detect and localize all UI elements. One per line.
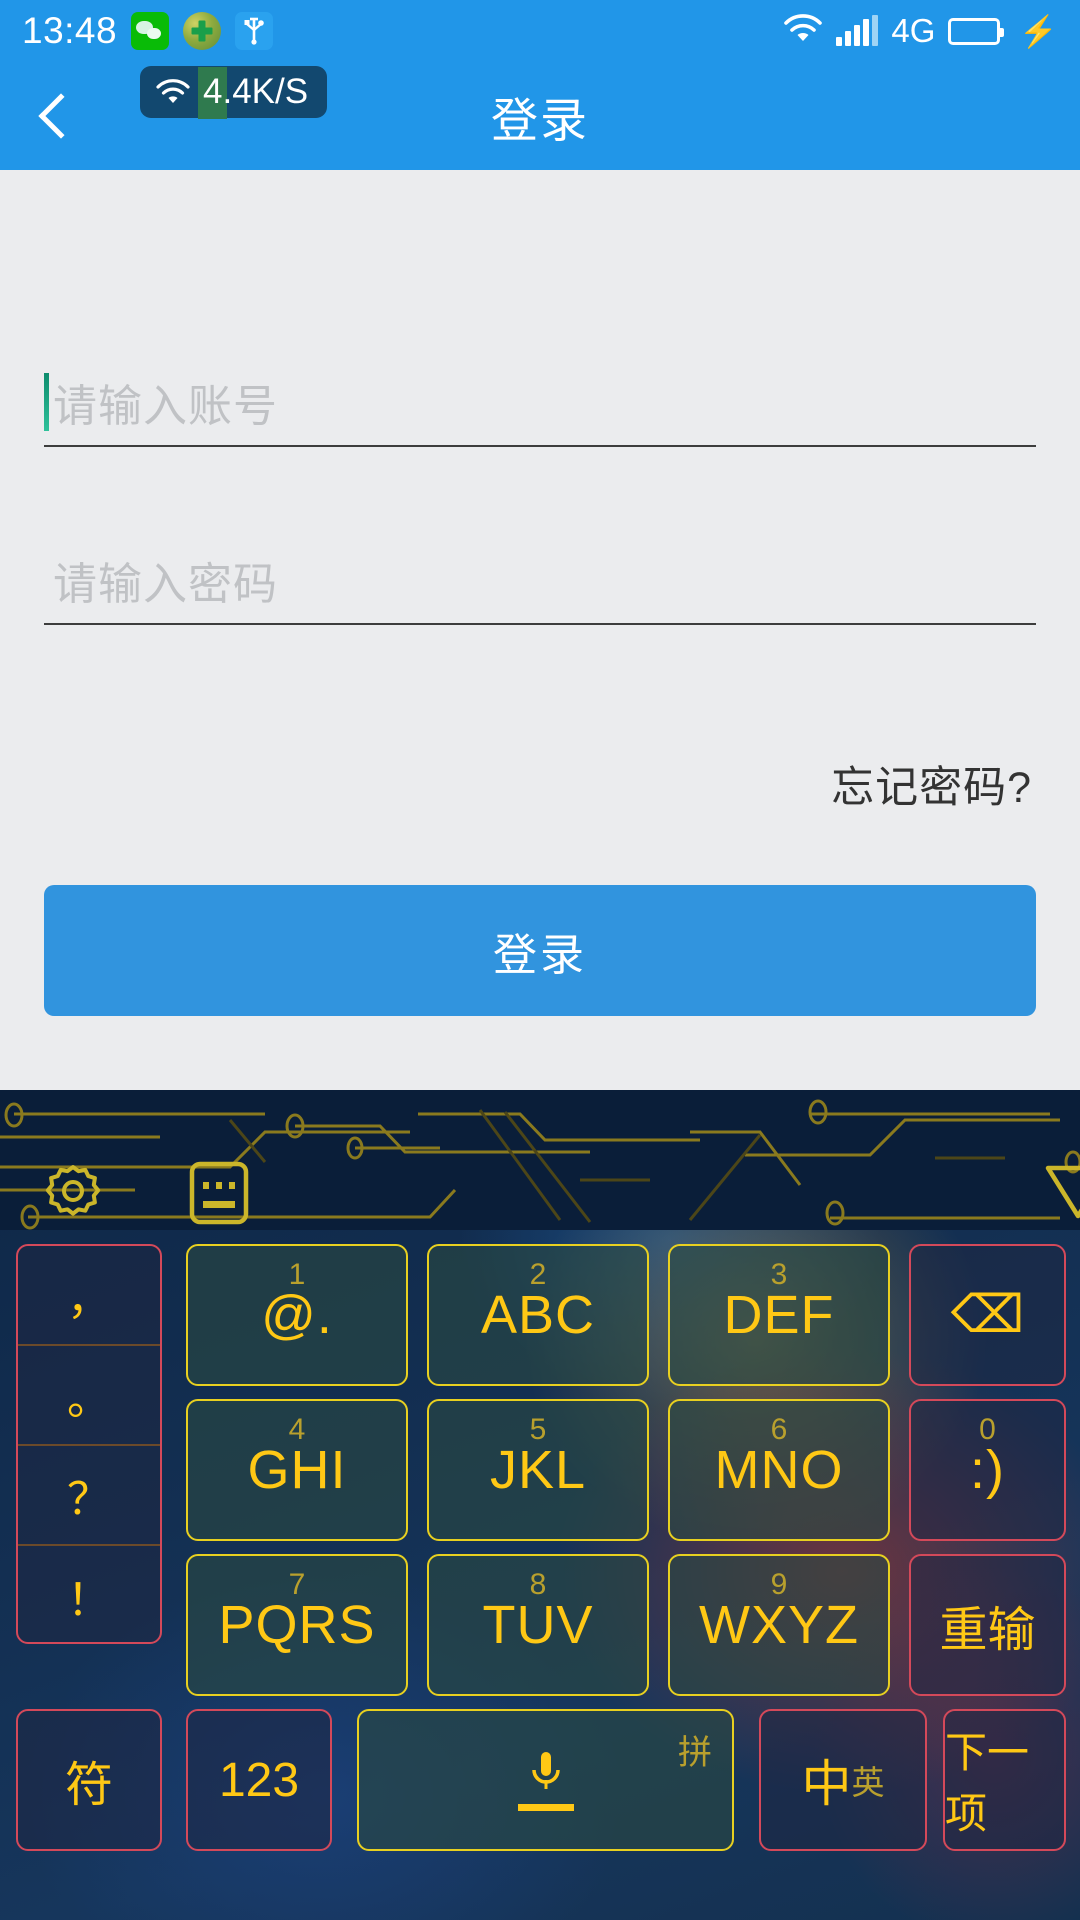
key-language-toggle[interactable]: 中 英	[759, 1709, 927, 1851]
key-3-number: 3	[770, 1258, 788, 1291]
key-4-number: 4	[288, 1413, 306, 1446]
battery-icon	[948, 17, 1005, 45]
key-numbers[interactable]: 123	[186, 1709, 332, 1851]
key-next-field-label: 下一项	[945, 1729, 1030, 1837]
key-9-number: 9	[770, 1568, 788, 1601]
key-5-label: JKL	[489, 1440, 587, 1500]
space-underline	[517, 1803, 574, 1811]
key-question[interactable]: ？	[18, 1446, 160, 1546]
password-field[interactable]: 请输入密码	[44, 528, 1036, 625]
key-7[interactable]: 7 PQRS	[186, 1554, 408, 1696]
key-0-emoji[interactable]: 0 :)	[909, 1399, 1066, 1541]
key-5-number: 5	[529, 1413, 547, 1446]
key-numbers-label: 123	[218, 1753, 300, 1807]
key-4-label: GHI	[247, 1440, 347, 1500]
key-7-label: PQRS	[218, 1595, 376, 1655]
key-1[interactable]: 1 @.	[186, 1244, 408, 1386]
key-symbols[interactable]: 符	[16, 1709, 162, 1851]
key-comma[interactable]: ，	[18, 1246, 160, 1346]
key-1-label: @.	[261, 1285, 333, 1345]
status-bar: 13:48 4G ⚡	[0, 0, 1080, 62]
usb-icon	[235, 12, 274, 50]
status-bar-left: 13:48	[22, 10, 274, 52]
key-9-label: WXYZ	[699, 1595, 859, 1655]
key-next-field[interactable]: 下一项	[943, 1709, 1066, 1851]
signal-bars-icon	[836, 15, 879, 46]
status-time: 13:48	[22, 10, 118, 51]
key-1-number: 1	[288, 1258, 306, 1291]
key-language-primary: 中	[801, 1756, 852, 1812]
key-symbols-label: 符	[64, 1759, 113, 1812]
key-2[interactable]: 2 ABC	[427, 1244, 649, 1386]
key-3-label: DEF	[723, 1285, 835, 1345]
key-8-label: TUV	[482, 1595, 594, 1655]
key-exclamation[interactable]: ！	[18, 1546, 160, 1646]
status-bar-right: 4G ⚡	[783, 12, 1058, 50]
key-2-number: 2	[529, 1258, 547, 1291]
backspace-icon: ⌫	[950, 1286, 1025, 1344]
wechat-icon	[131, 12, 170, 50]
account-field[interactable]: 请输入账号	[44, 350, 1036, 447]
text-caret	[44, 373, 49, 431]
network-speed-badge: 4.4K/S	[140, 66, 328, 119]
key-9[interactable]: 9 WXYZ	[668, 1554, 890, 1696]
key-8[interactable]: 8 TUV	[427, 1554, 649, 1696]
keyboard-keys: ， 。 ？ ！ 1 @. 2 ABC 3 DEF ⌫ 4 GHI 5 JKL 6…	[0, 1230, 1080, 1920]
microphone-icon	[517, 1750, 574, 1811]
key-6-label: MNO	[714, 1440, 844, 1500]
login-button[interactable]: 登录	[44, 885, 1036, 1016]
account-placeholder: 请输入账号	[53, 382, 278, 431]
key-period[interactable]: 。	[18, 1346, 160, 1446]
key-retype[interactable]: 重输	[909, 1554, 1066, 1696]
virtual-keyboard: ， 。 ？ ！ 1 @. 2 ABC 3 DEF ⌫ 4 GHI 5 JKL 6…	[0, 1090, 1080, 1920]
password-placeholder: 请输入密码	[53, 560, 278, 609]
key-6[interactable]: 6 MNO	[668, 1399, 890, 1541]
key-0-number: 0	[979, 1413, 996, 1446]
key-backspace[interactable]: ⌫	[909, 1244, 1066, 1386]
charging-bolt-icon: ⚡	[1019, 13, 1058, 49]
key-3[interactable]: 3 DEF	[668, 1244, 890, 1386]
key-5[interactable]: 5 JKL	[427, 1399, 649, 1541]
key-8-number: 8	[529, 1568, 547, 1601]
key-language-secondary: 英	[851, 1764, 885, 1801]
wifi-icon	[156, 79, 190, 105]
key-2-label: ABC	[480, 1285, 596, 1345]
key-0-label: :)	[970, 1440, 1005, 1500]
key-6-number: 6	[770, 1413, 788, 1446]
key-space[interactable]: 拼	[357, 1709, 734, 1851]
punctuation-key-column[interactable]: ， 。 ？ ！	[16, 1244, 162, 1644]
wifi-icon	[783, 13, 823, 49]
forgot-password-link[interactable]: 忘记密码?	[831, 753, 1032, 815]
key-space-pinyin-label: 拼	[678, 1734, 712, 1772]
login-form: 请输入账号 请输入密码 忘记密码? 登录	[0, 170, 1080, 1090]
security-plus-icon	[183, 12, 222, 50]
key-retype-label: 重输	[939, 1604, 1036, 1657]
key-7-number: 7	[288, 1568, 306, 1601]
network-type-label: 4G	[891, 12, 936, 49]
keyboard-toolbar	[0, 1090, 1080, 1230]
key-4[interactable]: 4 GHI	[186, 1399, 408, 1541]
network-speed-value: 4.4K/S	[197, 67, 311, 119]
